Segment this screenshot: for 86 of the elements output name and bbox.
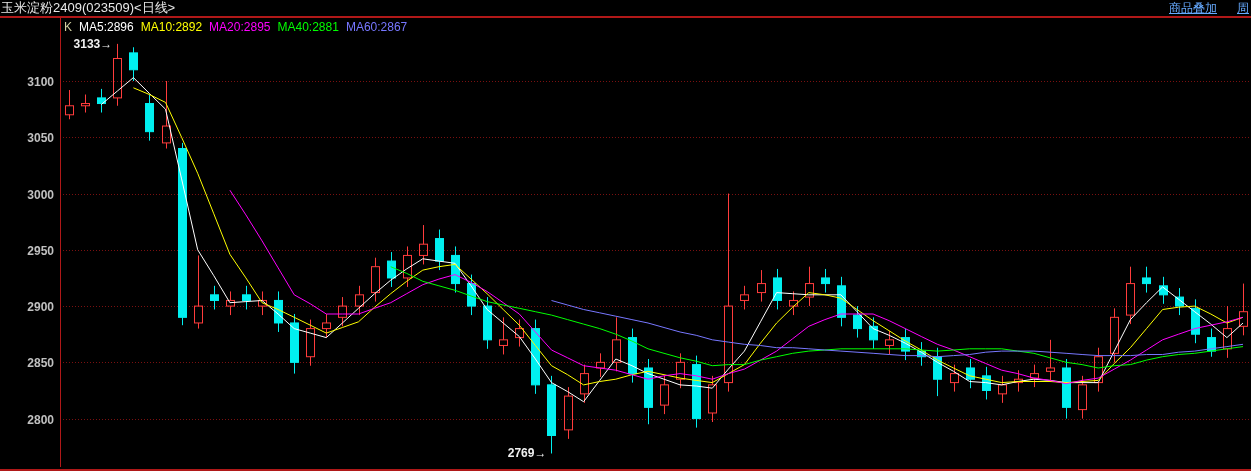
chart-title: 玉米淀粉2409(023509)<日线> xyxy=(0,0,176,17)
candlestick xyxy=(982,366,991,400)
candlestick xyxy=(1159,276,1168,305)
candlestick xyxy=(1078,375,1087,420)
candlestick xyxy=(644,358,653,425)
candlestick xyxy=(1175,287,1184,316)
candlestick xyxy=(580,364,589,404)
toolbar-link[interactable]: 商品叠加 xyxy=(1169,0,1217,17)
candlestick xyxy=(451,245,460,294)
candlestick xyxy=(1094,347,1103,393)
price-extreme-label: 2769→ xyxy=(507,446,547,461)
axis-tick-label: 3000 xyxy=(27,187,54,202)
candlestick xyxy=(226,290,235,316)
toolbar-link[interactable]: 周 xyxy=(1237,0,1249,17)
candlestick xyxy=(274,290,283,333)
candlestick xyxy=(515,319,524,348)
candlestick xyxy=(499,316,508,355)
candlestick xyxy=(612,316,621,372)
candlestick xyxy=(258,290,267,316)
candlestick xyxy=(837,276,846,327)
candlestick xyxy=(81,94,90,114)
candlestick xyxy=(821,268,830,294)
candlestick xyxy=(805,266,814,307)
candlestick xyxy=(1030,364,1039,388)
candlestick xyxy=(1223,305,1232,359)
legend-label: MA5:2896 xyxy=(79,20,134,34)
candlestick xyxy=(355,285,364,316)
candlestick xyxy=(483,296,492,350)
candlestick xyxy=(1046,339,1055,381)
candlestick xyxy=(1207,328,1216,358)
candlestick xyxy=(371,257,380,303)
candlestick xyxy=(97,88,106,114)
candlestick xyxy=(403,245,412,288)
legend-label: MA40:2881 xyxy=(277,20,339,34)
candlestick xyxy=(322,313,331,339)
candlestick xyxy=(162,80,171,150)
axis-tick-label: 2900 xyxy=(27,299,54,314)
candlestick xyxy=(435,229,444,271)
candlestick xyxy=(338,296,347,327)
candlestick xyxy=(966,358,975,389)
candlestick xyxy=(628,328,637,384)
candlestick xyxy=(242,285,251,310)
candlestick xyxy=(419,224,428,265)
candlestick xyxy=(773,268,782,310)
candlestick xyxy=(708,375,717,423)
candlestick xyxy=(660,375,669,415)
candlestick xyxy=(740,285,749,310)
candlestick xyxy=(467,274,476,316)
axis-tick-label: 2950 xyxy=(27,243,54,258)
candlestick xyxy=(145,94,154,142)
axis-tick-label: 3100 xyxy=(27,74,54,89)
candlestick xyxy=(1110,307,1119,363)
axis-tick-label: 2850 xyxy=(27,355,54,370)
candlestick xyxy=(210,285,219,310)
legend-label: MA60:2867 xyxy=(345,20,408,34)
candlestick xyxy=(901,328,910,361)
chart-type-label: K xyxy=(64,20,72,34)
candlestick xyxy=(1014,369,1023,393)
legend-label: MA20:2895 xyxy=(209,20,271,34)
candlestick xyxy=(917,341,926,367)
legend-label: MA10:2892 xyxy=(140,20,203,34)
price-extreme-label: 3133→ xyxy=(73,36,113,51)
candlestick xyxy=(757,269,766,303)
candlestick xyxy=(885,330,894,355)
candlestick xyxy=(564,386,573,440)
candlestick xyxy=(1239,283,1248,336)
candlestick xyxy=(65,89,74,120)
candlestick xyxy=(290,313,299,375)
candlestick xyxy=(113,43,122,107)
candlestick xyxy=(1191,298,1200,344)
candlestick xyxy=(869,316,878,350)
candlestick xyxy=(387,251,396,288)
candlestick xyxy=(998,375,1007,404)
candlestick xyxy=(1062,358,1071,420)
axis-tick-label: 3050 xyxy=(27,130,54,145)
candlestick xyxy=(950,364,959,393)
candlestick xyxy=(596,352,605,378)
candlestick xyxy=(129,46,138,82)
axis-tick-label: 2800 xyxy=(27,412,54,427)
candlestick xyxy=(676,352,685,389)
candlestick xyxy=(853,305,862,339)
candlestick xyxy=(306,319,315,367)
candlestick xyxy=(1142,266,1151,294)
candlestick xyxy=(789,290,798,316)
candlestick xyxy=(933,347,942,397)
candlestick xyxy=(1126,266,1135,325)
